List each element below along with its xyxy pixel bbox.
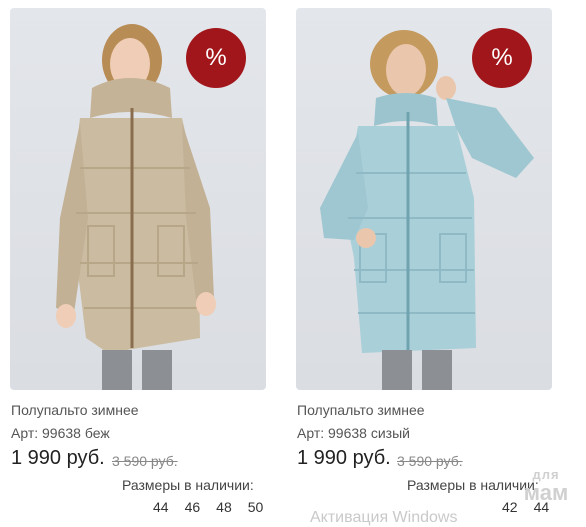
sizes-label: Размеры в наличии:	[122, 477, 254, 493]
size-option[interactable]: 50	[248, 499, 264, 515]
discount-badge: %	[186, 28, 246, 88]
site-logo-watermark: для мам	[516, 466, 576, 510]
product-card[interactable]: % Полупальто зимнее Арт: 99638 сизый 1 9…	[296, 0, 566, 518]
sizes-list: 44 46 48 50	[153, 499, 279, 515]
product-image[interactable]: %	[296, 8, 552, 390]
windows-activation-watermark: Активация Windows	[310, 509, 458, 526]
discount-badge: %	[472, 28, 532, 88]
product-article: Арт: 99638 беж	[11, 425, 110, 441]
product-price: 1 990 руб.	[297, 447, 391, 469]
product-title[interactable]: Полупальто зимнее	[11, 402, 139, 418]
size-option[interactable]: 48	[216, 499, 232, 515]
product-article: Арт: 99638 сизый	[297, 425, 410, 441]
product-old-price: 3 590 руб.	[112, 453, 178, 469]
product-title[interactable]: Полупальто зимнее	[297, 402, 425, 418]
size-option[interactable]: 44	[153, 499, 169, 515]
product-image[interactable]: %	[10, 8, 266, 390]
size-option[interactable]: 46	[185, 499, 201, 515]
logo-text-bottom: мам	[523, 480, 569, 505]
product-old-price: 3 590 руб.	[397, 453, 463, 469]
product-card[interactable]: % Полупальто зимнее Арт: 99638 беж 1 990…	[10, 0, 280, 518]
product-price: 1 990 руб.	[11, 447, 105, 469]
